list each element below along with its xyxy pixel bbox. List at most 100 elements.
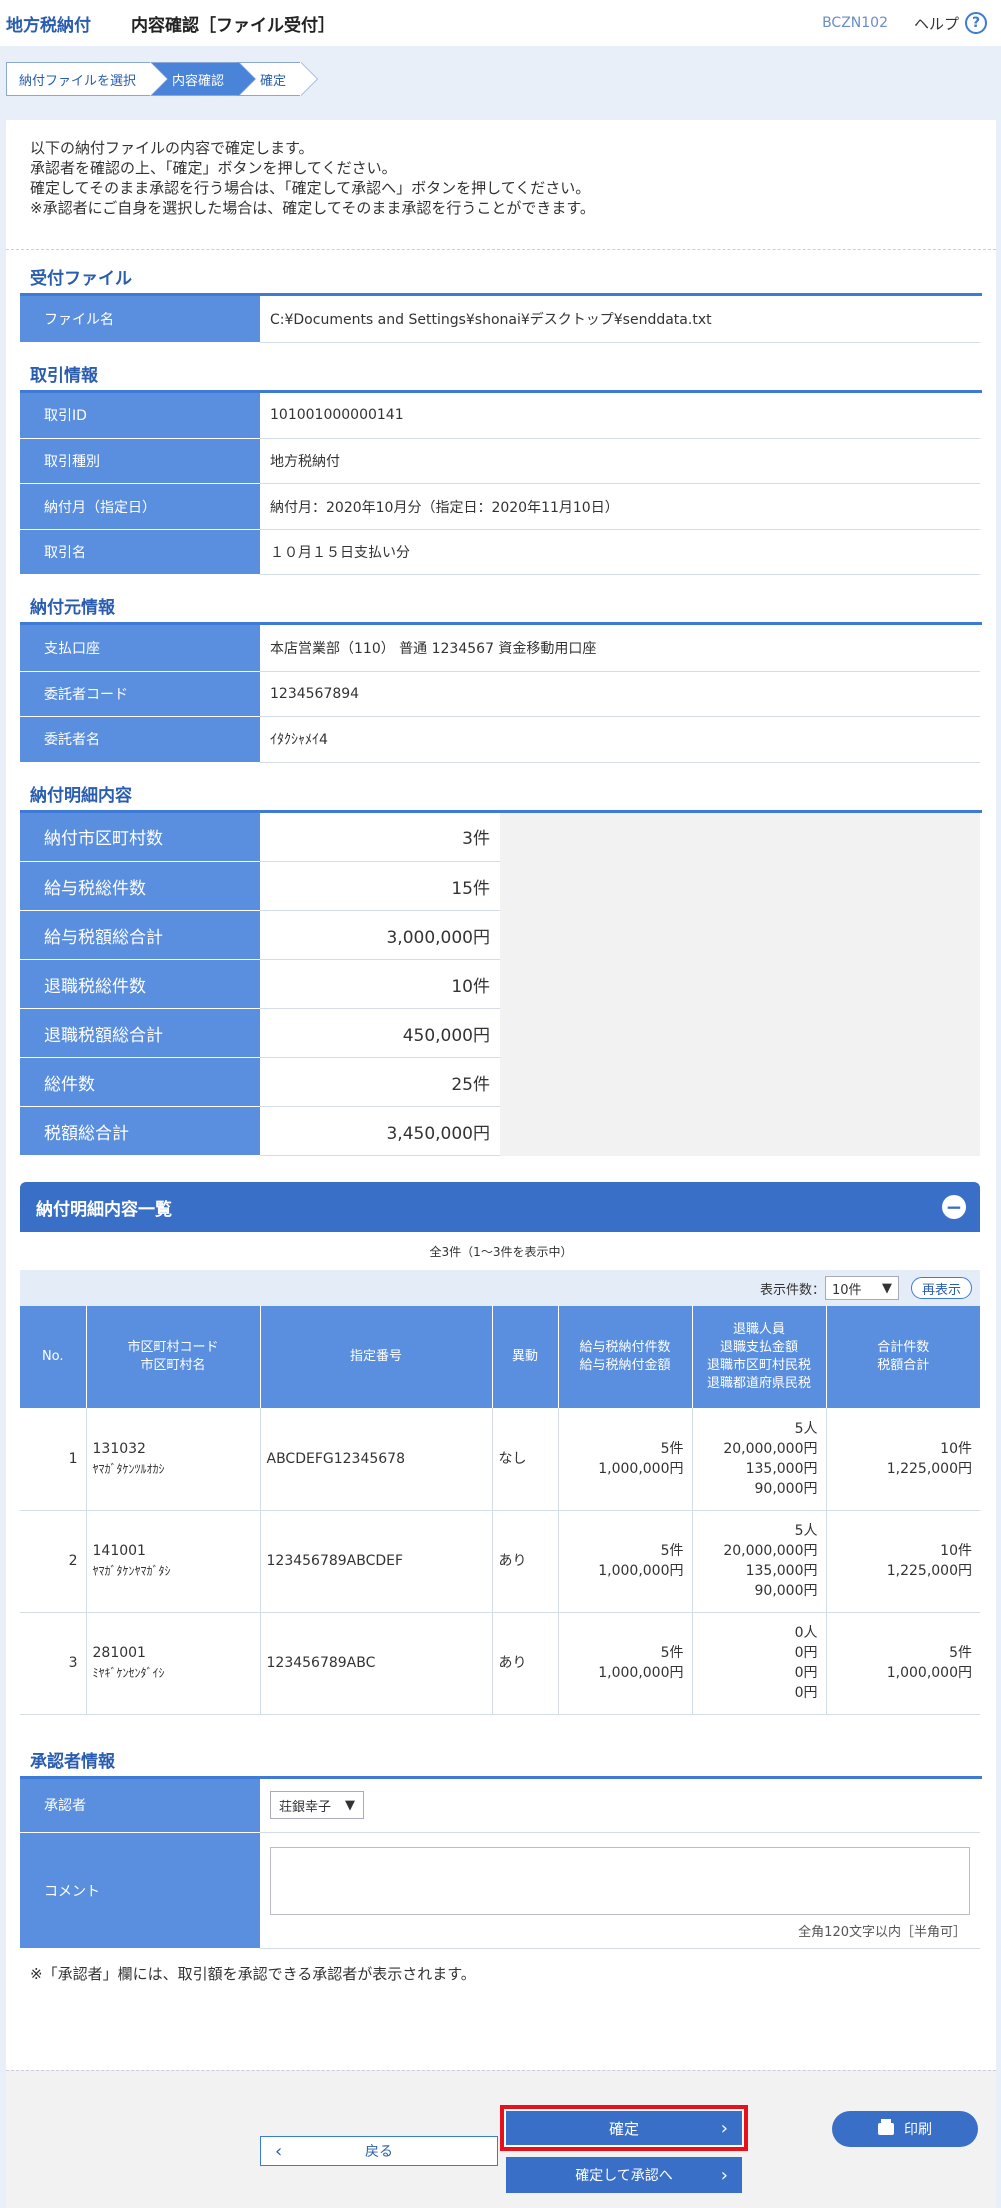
confirm-approve-label: 確定して承認へ (575, 2168, 673, 2184)
table-row: 1 131032 ﾔﾏｶﾞﾀｹﾝﾂﾙｵｶｼ ABCDEFG12345678 なし … (20, 1408, 980, 1511)
page: 地方税納付 内容確認［ファイル受付］ BCZN102 ヘルプ ? 納付ファイルを… (0, 0, 1001, 2208)
table-row: 3 281001 ﾐﾔｷﾞｹﾝｾﾝﾀﾞｲｼ 123456789ABC あり 5件 1… (20, 1612, 980, 1715)
approver-table: 承認者 荘銀幸子 ▼ コメント 全角120文字以内［半角可］ (20, 1778, 980, 1949)
total-count: 10件 (940, 1543, 972, 1559)
cell-city: 281001 ﾐﾔｷﾞｹﾝｾﾝﾀﾞｲｼ (86, 1612, 261, 1715)
retire-pay: 20,000,000円 (723, 1543, 818, 1559)
retire-city-tax: 0円 (794, 1665, 818, 1681)
step-label: 内容確認 (172, 73, 225, 89)
salary-count: 5件 (660, 1440, 684, 1457)
cell-city: 131032 ﾔﾏｶﾞﾀｹﾝﾂﾙｵｶｼ (86, 1408, 261, 1511)
intro-line: ※承認者にご自身を選択した場合は、確定してそのまま承認を行うことができます。 (30, 199, 595, 217)
print-button[interactable]: 印刷 (832, 2111, 978, 2147)
section-title-approver: 承認者情報 (20, 1749, 982, 1779)
city-name: ﾐﾔｷﾞｹﾝｾﾝﾀﾞｲｼ (92, 1666, 165, 1680)
header-line: 退職市区町村民税 (706, 1358, 811, 1373)
row-value: 25件 (260, 1057, 500, 1107)
approver-note: ※「承認者」欄には、取引額を承認できる承認者が表示されます。 (30, 1965, 476, 1983)
salary-amount: 1,000,000円 (598, 1460, 684, 1477)
city-code: 281001 (92, 1645, 146, 1661)
char-limit-hint: 全角120文字以内［半角可］ (798, 1925, 966, 1940)
list-toolbar: 表示件数： 10件 ▼ 再表示 (20, 1270, 980, 1306)
retire-pref-tax: 0円 (794, 1685, 818, 1701)
row-value: 3件 (260, 812, 500, 862)
redisplay-button[interactable]: 再表示 (910, 1277, 972, 1299)
col-city: 市区町村コード 市区町村名 (86, 1306, 261, 1408)
salary-amount: 1,000,000円 (598, 1563, 684, 1579)
cell-change: あり (492, 1612, 559, 1715)
cell-no: 3 (20, 1612, 87, 1715)
row-value: 450,000円 (260, 1008, 500, 1058)
comment-textarea[interactable] (270, 1847, 970, 1915)
col-total: 合計件数 税額合計 (826, 1306, 980, 1408)
retire-people: 0人 (794, 1625, 818, 1641)
cell-salary: 5件 1,000,000円 (558, 1510, 693, 1613)
total-amount: 1,225,000円 (886, 1563, 972, 1579)
chevron-right-icon: › (720, 2117, 728, 2139)
collapse-icon[interactable]: − (942, 1195, 966, 1219)
row-label: 委託者コード (20, 671, 260, 717)
transaction-table: 取引ID 101001000000141 取引種別 地方税納付 納付月（指定日） 納付… (20, 392, 980, 575)
salary-amount: 1,000,000円 (598, 1665, 684, 1681)
cell-city: 141001 ﾔﾏｶﾞﾀｹﾝﾔﾏｶﾞﾀｼ (86, 1510, 261, 1613)
confirm-button[interactable]: 確定 › (504, 2109, 744, 2147)
approver-cell: 荘銀幸子 ▼ (260, 1778, 980, 1833)
city-name: ﾔﾏｶﾞﾀｹﾝﾂﾙｵｶｼ (92, 1461, 165, 1476)
row-value: ｲﾀｸｼｬﾒｲ4 (260, 716, 980, 763)
retire-pref-tax: 90,000円 (754, 1583, 818, 1599)
row-value: 1234567894 (260, 671, 980, 717)
received-file-table: ファイル名 C:¥Documents and Settings¥shonai¥デ… (20, 296, 980, 343)
header-line: 退職都道府県民税 (706, 1376, 811, 1391)
section-title-received-file: 受付ファイル (20, 266, 982, 296)
header-line: 給与税納付金額 (579, 1358, 671, 1373)
row-value: 10件 (260, 959, 500, 1009)
row-label: 納付月（指定日） (20, 483, 260, 530)
retire-city-tax: 135,000円 (745, 1460, 818, 1477)
screen-id: BCZN102 (822, 15, 888, 31)
header-line: 給与税納付件数 (579, 1340, 671, 1355)
section-title-payer: 納付元情報 (20, 595, 982, 625)
cell-no: 2 (20, 1510, 87, 1613)
help-link[interactable]: ヘルプ ? (914, 12, 987, 34)
confirm-label: 確定 (608, 2119, 639, 2138)
intro-line: 以下の納付ファイルの内容で確定します。 (30, 139, 314, 157)
cell-designation: ABCDEFG12345678 (260, 1408, 493, 1511)
header-line: 合計件数 (877, 1340, 930, 1355)
help-icon: ? (965, 12, 987, 34)
detail-list-title: 納付明細内容一覧 (36, 1199, 172, 1220)
row-value: 101001000000141 (260, 392, 980, 439)
file-name-value: C:¥Documents and Settings¥shonai¥デスクトップ¥… (260, 296, 980, 343)
row-label: 総件数 (20, 1057, 260, 1107)
chevron-right-icon: › (720, 2164, 728, 2186)
display-count-value: 10件 (831, 1282, 862, 1298)
row-label: 取引種別 (20, 438, 260, 484)
comment-cell: 全角120文字以内［半角可］ (260, 1832, 980, 1949)
back-button[interactable]: ‹ 戻る (260, 2136, 498, 2166)
confirm-and-approve-button[interactable]: 確定して承認へ › (506, 2157, 742, 2193)
display-count-select[interactable]: 10件 ▼ (824, 1276, 899, 1300)
app-name: 地方税納付 (6, 15, 91, 36)
row-label: 承認者 (20, 1778, 260, 1833)
step-bar: 納付ファイルを選択 内容確認 確定 (6, 62, 319, 96)
salary-count: 5件 (660, 1645, 684, 1661)
summary-panel: 納付市区町村数 3件 給与税総件数 15件 給与税額総合計 3,000,000円 退職… (20, 812, 980, 1156)
col-no: No. (20, 1306, 87, 1408)
display-count-label: 表示件数： (759, 1282, 825, 1298)
row-label: 納付市区町村数 (20, 812, 260, 862)
print-label: 印刷 (904, 2122, 932, 2138)
back-label: 戻る (365, 2144, 393, 2160)
row-value: 3,450,000円 (260, 1106, 500, 1156)
row-label: 退職税総件数 (20, 959, 260, 1009)
approver-select[interactable]: 荘銀幸子 ▼ (270, 1791, 364, 1820)
row-value: 15件 (260, 861, 500, 911)
detail-list-header[interactable]: 納付明細内容一覧 − (20, 1182, 980, 1232)
city-code: 131032 (92, 1440, 146, 1457)
row-label: 給与税額総合計 (20, 910, 260, 960)
chevron-down-icon: ▼ (345, 1797, 355, 1813)
step-select-file: 納付ファイルを選択 (6, 62, 169, 96)
retire-pay: 20,000,000円 (723, 1440, 818, 1457)
city-code: 141001 (92, 1543, 146, 1559)
header-line: 市区町村名 (140, 1358, 206, 1373)
intro-text: 以下の納付ファイルの内容で確定します。 承認者を確認の上、「確定」ボタンを押して… (6, 120, 996, 250)
chevron-left-icon: ‹ (275, 2140, 283, 2162)
